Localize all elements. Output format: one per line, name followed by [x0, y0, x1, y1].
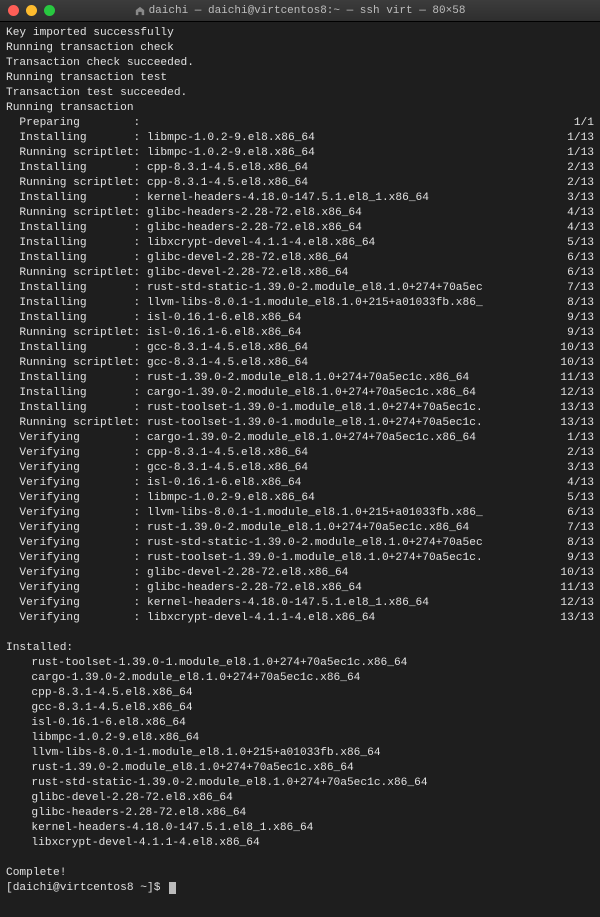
transaction-rows: Preparing : 1/1 Installing : libmpc-1.0.…	[6, 116, 594, 626]
minimize-button[interactable]	[26, 5, 37, 16]
installed-item: rust-toolset-1.39.0-1.module_el8.1.0+274…	[6, 656, 594, 671]
transaction-row: Verifying : rust-1.39.0-2.module_el8.1.0…	[6, 521, 594, 536]
transaction-row: Running scriptlet: libmpc-1.0.2-9.el8.x8…	[6, 146, 594, 161]
installed-item: libxcrypt-devel-4.1.1-4.el8.x86_64	[6, 836, 594, 851]
transaction-row: Running scriptlet: isl-0.16.1-6.el8.x86_…	[6, 326, 594, 341]
transaction-row: Installing : cpp-8.3.1-4.5.el8.x86_642/1…	[6, 161, 594, 176]
terminal-area[interactable]: Key imported successfullyRunning transac…	[0, 22, 600, 900]
transaction-row: Verifying : rust-std-static-1.39.0-2.mod…	[6, 536, 594, 551]
transaction-row: Verifying : glibc-headers-2.28-72.el8.x8…	[6, 581, 594, 596]
installed-item: rust-std-static-1.39.0-2.module_el8.1.0+…	[6, 776, 594, 791]
intro-lines: Key imported successfullyRunning transac…	[6, 26, 594, 116]
installed-item: llvm-libs-8.0.1-1.module_el8.1.0+215+a01…	[6, 746, 594, 761]
installed-item: glibc-headers-2.28-72.el8.x86_64	[6, 806, 594, 821]
transaction-row: Installing : rust-toolset-1.39.0-1.modul…	[6, 401, 594, 416]
maximize-button[interactable]	[44, 5, 55, 16]
transaction-row: Installing : libxcrypt-devel-4.1.1-4.el8…	[6, 236, 594, 251]
output-line: Transaction check succeeded.	[6, 56, 594, 71]
blank-line-2	[6, 851, 594, 866]
installed-list: rust-toolset-1.39.0-1.module_el8.1.0+274…	[6, 656, 594, 851]
window-title: daichi — daichi@virtcentos8:~ — ssh virt…	[0, 5, 600, 17]
transaction-row: Preparing : 1/1	[6, 116, 594, 131]
transaction-row: Running scriptlet: glibc-devel-2.28-72.e…	[6, 266, 594, 281]
installed-item: libmpc-1.0.2-9.el8.x86_64	[6, 731, 594, 746]
installed-item: rust-1.39.0-2.module_el8.1.0+274+70a5ec1…	[6, 761, 594, 776]
output-line: Running transaction check	[6, 41, 594, 56]
transaction-row: Verifying : isl-0.16.1-6.el8.x86_644/13	[6, 476, 594, 491]
installed-header: Installed:	[6, 641, 594, 656]
window-titlebar: daichi — daichi@virtcentos8:~ — ssh virt…	[0, 0, 600, 22]
blank-line	[6, 626, 594, 641]
transaction-row: Verifying : kernel-headers-4.18.0-147.5.…	[6, 596, 594, 611]
transaction-row: Running scriptlet: cpp-8.3.1-4.5.el8.x86…	[6, 176, 594, 191]
transaction-row: Verifying : rust-toolset-1.39.0-1.module…	[6, 551, 594, 566]
installed-item: gcc-8.3.1-4.5.el8.x86_64	[6, 701, 594, 716]
transaction-row: Installing : glibc-devel-2.28-72.el8.x86…	[6, 251, 594, 266]
transaction-row: Verifying : libmpc-1.0.2-9.el8.x86_645/1…	[6, 491, 594, 506]
cursor-icon	[169, 882, 176, 894]
transaction-row: Verifying : glibc-devel-2.28-72.el8.x86_…	[6, 566, 594, 581]
output-line: Running transaction test	[6, 71, 594, 86]
transaction-row: Installing : gcc-8.3.1-4.5.el8.x86_6410/…	[6, 341, 594, 356]
transaction-row: Installing : libmpc-1.0.2-9.el8.x86_641/…	[6, 131, 594, 146]
transaction-row: Running scriptlet: glibc-headers-2.28-72…	[6, 206, 594, 221]
transaction-row: Verifying : cargo-1.39.0-2.module_el8.1.…	[6, 431, 594, 446]
installed-item: cargo-1.39.0-2.module_el8.1.0+274+70a5ec…	[6, 671, 594, 686]
output-line: Running transaction	[6, 101, 594, 116]
output-line: Key imported successfully	[6, 26, 594, 41]
transaction-row: Installing : glibc-headers-2.28-72.el8.x…	[6, 221, 594, 236]
transaction-row: Installing : llvm-libs-8.0.1-1.module_el…	[6, 296, 594, 311]
home-icon	[135, 6, 145, 16]
transaction-row: Verifying : libxcrypt-devel-4.1.1-4.el8.…	[6, 611, 594, 626]
installed-item: glibc-devel-2.28-72.el8.x86_64	[6, 791, 594, 806]
prompt-line[interactable]: [daichi@virtcentos8 ~]$	[6, 881, 594, 896]
complete-line: Complete!	[6, 866, 594, 881]
transaction-row: Verifying : cpp-8.3.1-4.5.el8.x86_642/13	[6, 446, 594, 461]
installed-item: kernel-headers-4.18.0-147.5.1.el8_1.x86_…	[6, 821, 594, 836]
transaction-row: Verifying : gcc-8.3.1-4.5.el8.x86_643/13	[6, 461, 594, 476]
transaction-row: Installing : rust-std-static-1.39.0-2.mo…	[6, 281, 594, 296]
output-line: Transaction test succeeded.	[6, 86, 594, 101]
traffic-lights	[8, 5, 55, 16]
transaction-row: Installing : rust-1.39.0-2.module_el8.1.…	[6, 371, 594, 386]
transaction-row: Installing : isl-0.16.1-6.el8.x86_649/13	[6, 311, 594, 326]
transaction-row: Verifying : llvm-libs-8.0.1-1.module_el8…	[6, 506, 594, 521]
transaction-row: Installing : cargo-1.39.0-2.module_el8.1…	[6, 386, 594, 401]
installed-item: isl-0.16.1-6.el8.x86_64	[6, 716, 594, 731]
prompt-text: [daichi@virtcentos8 ~]$	[6, 882, 160, 894]
transaction-row: Running scriptlet: gcc-8.3.1-4.5.el8.x86…	[6, 356, 594, 371]
close-button[interactable]	[8, 5, 19, 16]
transaction-row: Installing : kernel-headers-4.18.0-147.5…	[6, 191, 594, 206]
installed-item: cpp-8.3.1-4.5.el8.x86_64	[6, 686, 594, 701]
window-title-text: daichi — daichi@virtcentos8:~ — ssh virt…	[149, 5, 466, 17]
transaction-row: Running scriptlet: rust-toolset-1.39.0-1…	[6, 416, 594, 431]
